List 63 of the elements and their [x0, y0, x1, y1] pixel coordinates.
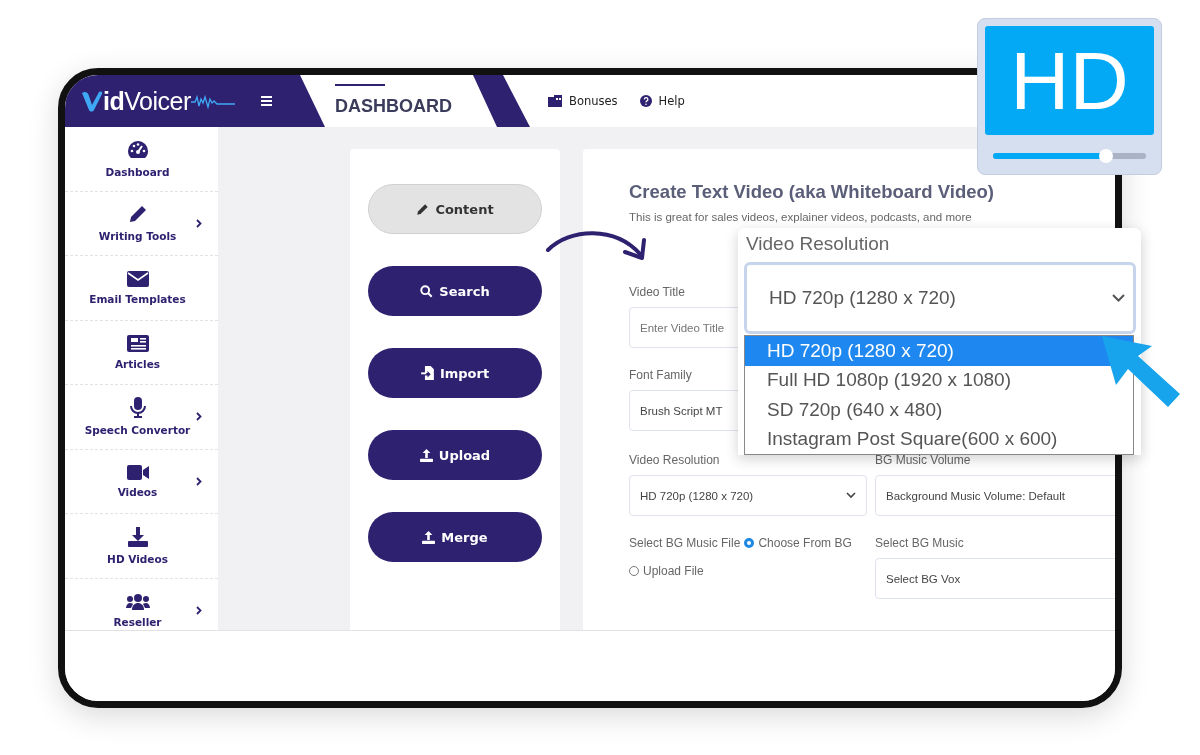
radio-label: Choose From BG: [758, 536, 852, 550]
field-label: Select BG Music: [875, 536, 964, 550]
chevron-right-icon: [196, 218, 202, 228]
chevron-down-icon: [1112, 294, 1125, 302]
action-button[interactable]: Content: [368, 184, 542, 234]
hd-label: HD: [985, 26, 1154, 135]
building-icon: [548, 95, 562, 107]
chevron-down-icon: [846, 492, 856, 499]
radio-button[interactable]: [744, 538, 755, 548]
pencil-icon: [127, 204, 148, 225]
dashboard-tab[interactable]: DASHBOARD: [325, 75, 473, 127]
cursor-icon: [1100, 334, 1182, 409]
dropdown-option[interactable]: SD 720p (640 x 480): [745, 395, 1133, 425]
form-title: Create Text Video (aka Whiteboard Video): [629, 181, 995, 203]
logo-text: idVoicer: [103, 86, 191, 116]
resolution-select[interactable]: HD 720p (1280 x 720): [744, 262, 1136, 334]
menu-icon[interactable]: [260, 96, 272, 106]
sidebar-item[interactable]: Dashboard: [65, 127, 218, 192]
waveform-icon: [190, 93, 235, 109]
video-camera-icon: [126, 464, 149, 480]
download-icon: [127, 526, 148, 547]
field-label: Font Family: [629, 368, 692, 382]
dropdown-option[interactable]: Full HD 1080p (1920 x 1080): [745, 365, 1133, 395]
field-label: Video Title: [629, 285, 685, 299]
bg-music-select[interactable]: Select BG Vox: [875, 558, 1115, 599]
nav-link[interactable]: Help: [639, 94, 685, 108]
radio-label: Upload File: [643, 564, 704, 578]
form-subtitle: This is great for sales videos, explainer videos, podcasts, and more: [629, 211, 973, 223]
users-icon: [125, 592, 150, 610]
action-button[interactable]: Upload: [368, 430, 542, 480]
field-label: Select BG Music File: [629, 536, 741, 550]
action-button[interactable]: Merge: [368, 512, 542, 562]
action-button[interactable]: Search: [368, 266, 542, 316]
sidebar-item[interactable]: Articles: [65, 320, 218, 385]
sidebar-item[interactable]: Videos: [65, 449, 218, 514]
upload-icon: [419, 448, 433, 462]
music-volume-select[interactable]: Background Music Volume: Default: [875, 475, 1115, 516]
microphone-icon: [129, 397, 146, 419]
sidebar-item[interactable]: Speech Convertor: [65, 385, 218, 450]
nav-link[interactable]: Bonuses: [548, 94, 618, 108]
search-icon: [420, 284, 434, 298]
field-label: Video Resolution: [745, 232, 891, 256]
pencil-icon: [416, 202, 430, 216]
chevron-right-icon: [196, 476, 202, 486]
sidebar-item[interactable]: HD Videos: [65, 514, 218, 579]
newspaper-icon: [126, 334, 149, 352]
slider-thumb[interactable]: [1099, 149, 1114, 163]
action-button[interactable]: Import: [368, 348, 542, 398]
chevron-right-icon: [196, 412, 202, 421]
upload-icon: [422, 530, 436, 544]
dropdown-option[interactable]: Instagram Post Square(600 x 600): [745, 424, 1133, 454]
envelope-icon: [126, 270, 149, 287]
file-import-icon: [420, 366, 434, 380]
help-icon: [639, 95, 652, 107]
logo-mark-icon: [81, 90, 103, 112]
gauge-icon: [126, 139, 149, 160]
resolution-select[interactable]: HD 720p (1280 x 720): [629, 475, 867, 516]
field-label: Video Resolution: [629, 453, 720, 467]
sidebar-item[interactable]: Writing Tools: [65, 191, 218, 256]
sidebar-item[interactable]: Email Templates: [65, 256, 218, 321]
dropdown-option[interactable]: HD 720p (1280 x 720): [745, 336, 1133, 366]
chevron-right-icon: [196, 605, 202, 615]
field-label: BG Music Volume: [875, 453, 971, 467]
